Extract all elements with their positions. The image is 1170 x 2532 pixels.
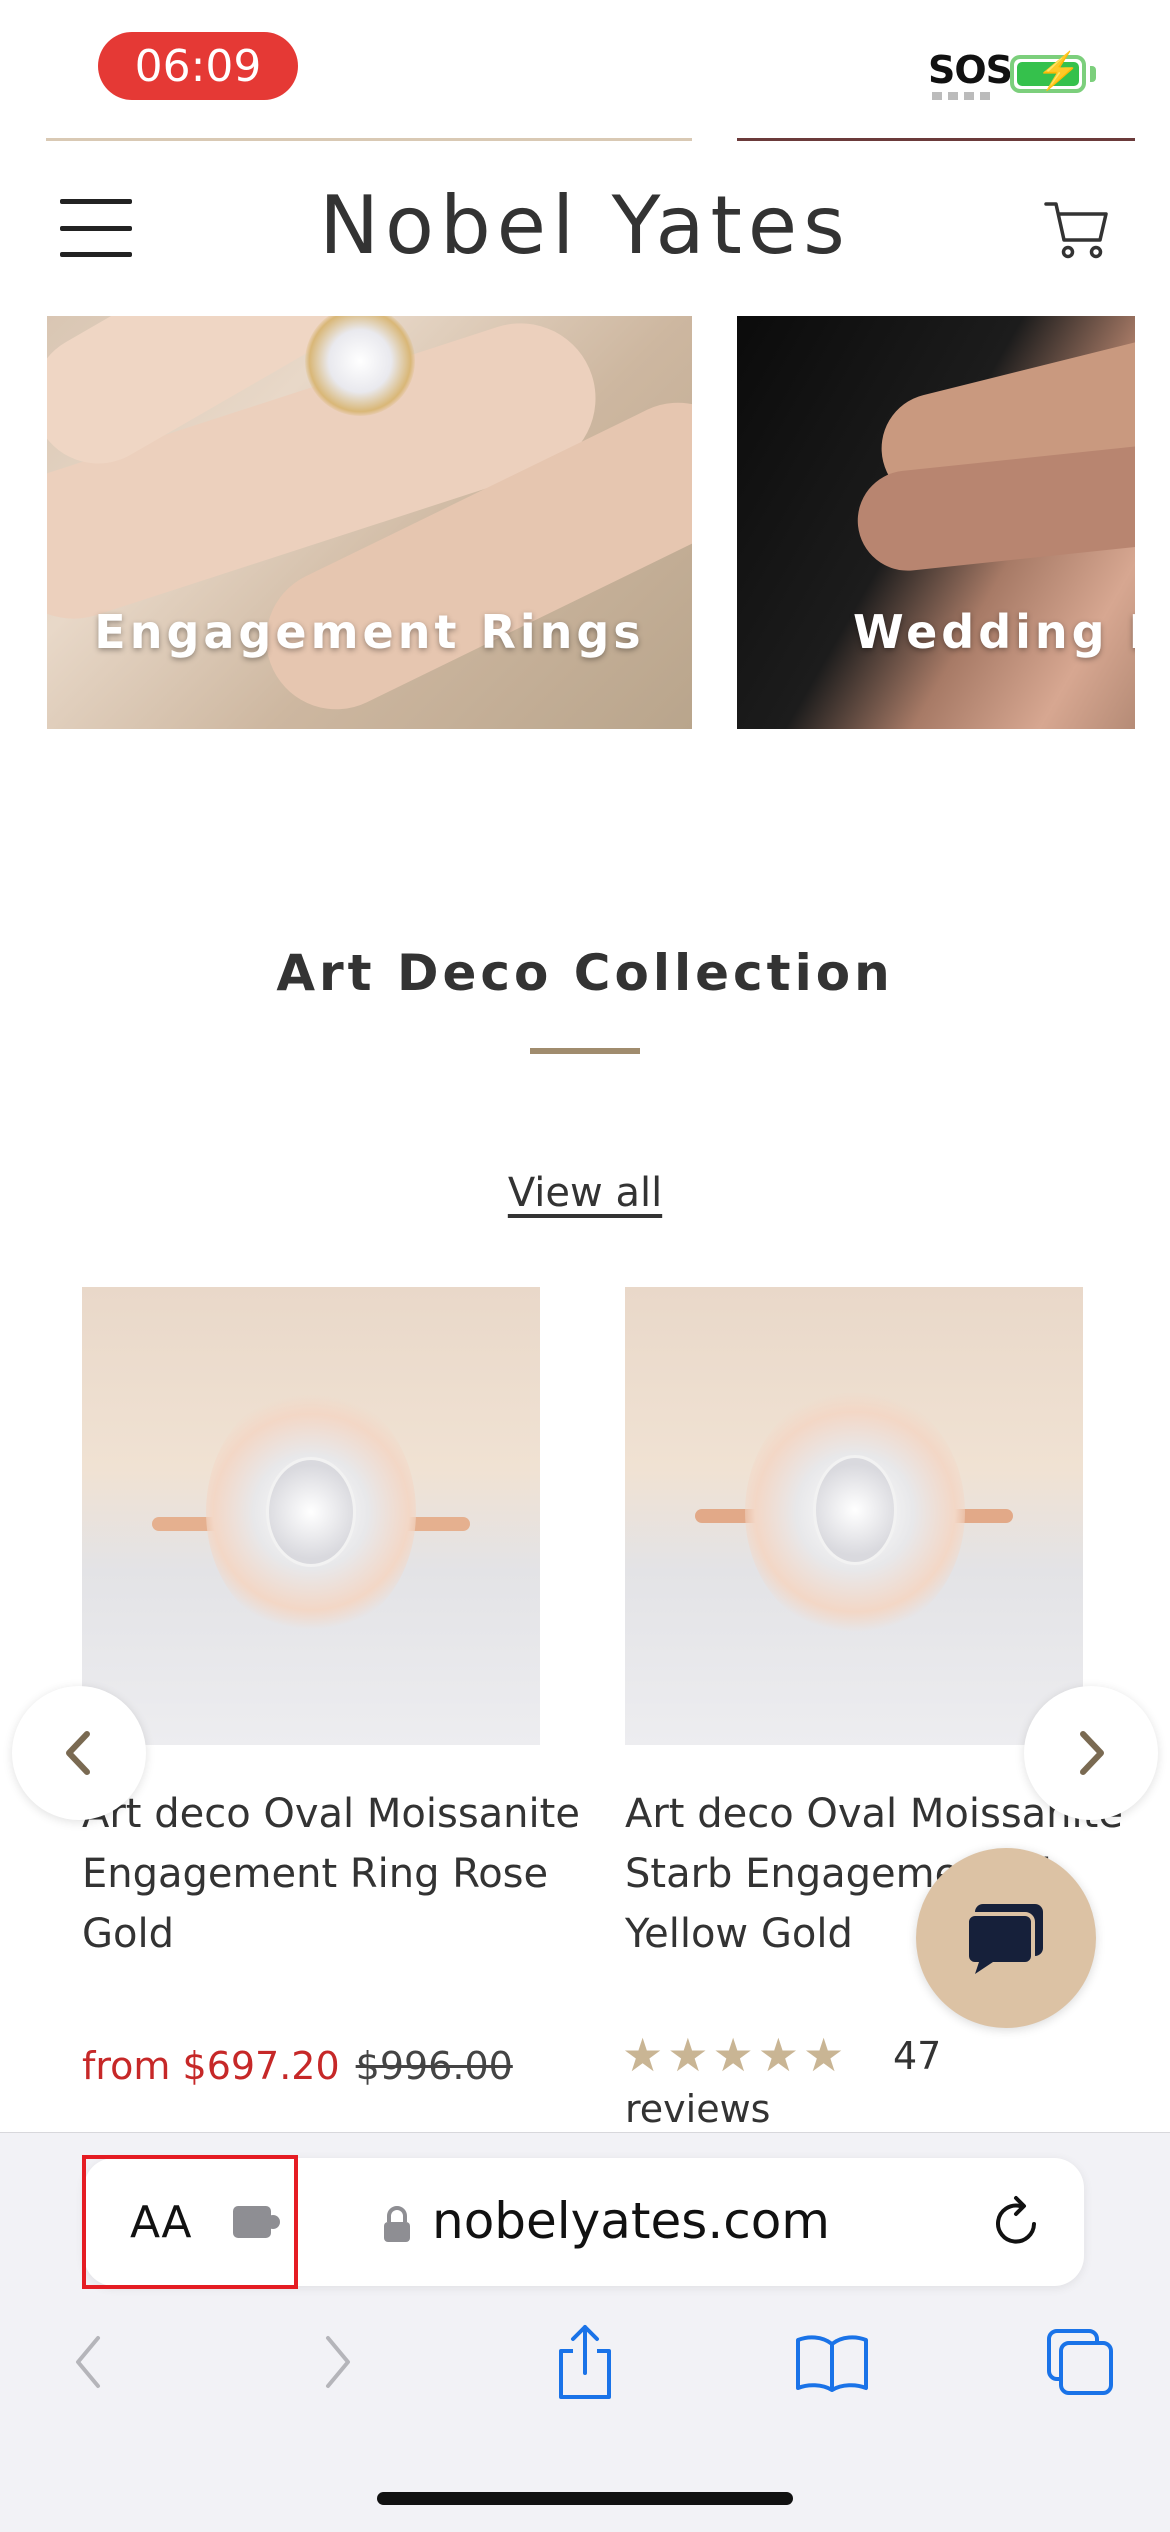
url-text[interactable]: nobelyates.com [432,2192,830,2250]
brand-logo[interactable]: Nobel Yates [0,179,1170,272]
aa-label: AA [130,2196,192,2248]
rating-stars: ★★★★★ [622,2029,849,2081]
section-title: Art Deco Collection [276,944,894,1002]
lock-icon [384,2206,410,2242]
signal-dots [932,92,992,100]
tabs-icon [1047,2329,1113,2395]
cart-icon[interactable] [1044,196,1110,262]
chevron-left-icon [76,2336,100,2388]
chat-icon [965,1904,1043,1974]
chevron-right-icon [1080,1731,1104,1775]
sale-price: from $697.20 [82,2044,340,2088]
category-tile-wedding[interactable]: Wedding B [737,316,1135,729]
sos-indicator: SOS [928,48,1013,92]
bookmarks-button[interactable] [792,2322,872,2402]
tabs-button[interactable] [1040,2322,1120,2402]
site-header: Nobel Yates [0,141,1170,316]
review-count: 47 [893,2034,942,2078]
view-all-link[interactable]: View all [0,1170,1170,1216]
home-indicator [377,2492,793,2505]
chevron-right-icon [326,2336,350,2388]
product-image[interactable] [625,1287,1083,1745]
status-bar: 06:09 SOS ⚡ [0,0,1170,140]
extension-icon [233,2206,281,2238]
share-icon [559,2325,611,2399]
product-title[interactable]: Art deco Oval Moissanite Engagement Ring… [82,1784,582,1964]
reload-icon[interactable] [990,2194,1044,2252]
carousel-next-button[interactable] [1024,1686,1158,1820]
status-time: 06:09 [98,32,298,100]
forward-button[interactable] [298,2322,378,2402]
carousel-prev-button[interactable] [12,1686,146,1820]
battery-icon: ⚡ [1010,53,1086,93]
chevron-left-icon [66,1731,90,1775]
original-price: $996.00 [355,2044,513,2088]
battery-tip [1090,66,1096,82]
category-label: Wedding B [853,605,1135,659]
category-label: Engagement Rings [94,605,645,659]
book-icon [796,2335,868,2392]
page-settings-button[interactable]: AA [82,2155,298,2289]
review-label: reviews [625,2087,771,2131]
chat-button[interactable] [916,1848,1096,2028]
section-divider [530,1048,640,1054]
category-tile-engagement[interactable]: Engagement Rings [47,316,692,729]
share-button[interactable] [545,2322,625,2402]
back-button[interactable] [48,2322,128,2402]
product-image[interactable] [82,1287,540,1745]
price-row: from $697.20 $996.00 [82,2044,513,2088]
